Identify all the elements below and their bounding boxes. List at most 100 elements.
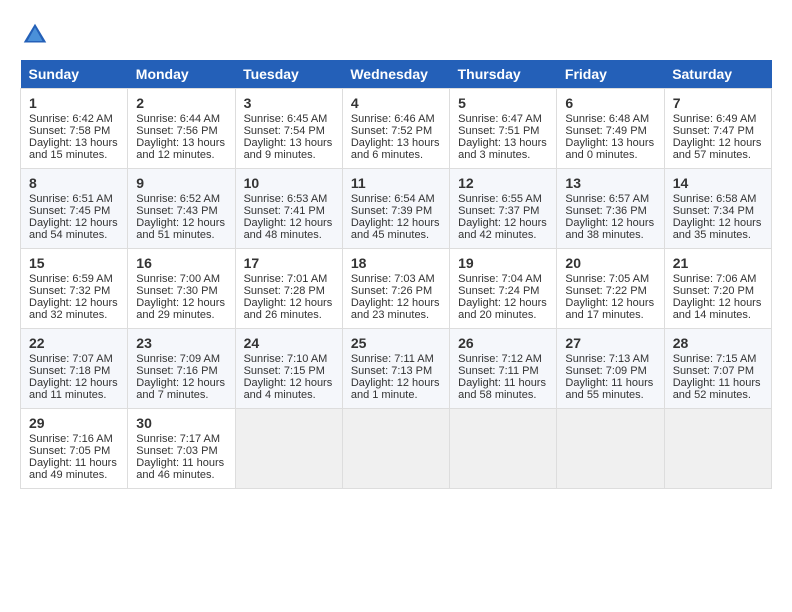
day-header-tuesday: Tuesday bbox=[235, 60, 342, 89]
day-info: and 42 minutes. bbox=[458, 229, 548, 241]
calendar-table: SundayMondayTuesdayWednesdayThursdayFrid… bbox=[20, 60, 772, 489]
day-info: Sunset: 7:28 PM bbox=[244, 285, 334, 297]
day-info: Daylight: 12 hours bbox=[136, 217, 226, 229]
logo bbox=[20, 20, 54, 50]
calendar-cell: 6Sunrise: 6:48 AMSunset: 7:49 PMDaylight… bbox=[557, 89, 664, 169]
day-info: Sunset: 7:39 PM bbox=[351, 205, 441, 217]
day-info: Sunrise: 7:00 AM bbox=[136, 273, 226, 285]
day-info: Daylight: 12 hours bbox=[29, 217, 119, 229]
day-info: and 48 minutes. bbox=[244, 229, 334, 241]
day-info: and 58 minutes. bbox=[458, 389, 548, 401]
day-info: and 52 minutes. bbox=[673, 389, 763, 401]
day-info: Sunrise: 7:10 AM bbox=[244, 353, 334, 365]
calendar-cell: 14Sunrise: 6:58 AMSunset: 7:34 PMDayligh… bbox=[664, 169, 771, 249]
day-info: Daylight: 12 hours bbox=[136, 377, 226, 389]
day-info: Sunset: 7:20 PM bbox=[673, 285, 763, 297]
calendar-cell: 13Sunrise: 6:57 AMSunset: 7:36 PMDayligh… bbox=[557, 169, 664, 249]
day-number: 12 bbox=[458, 175, 548, 191]
day-info: Sunrise: 7:04 AM bbox=[458, 273, 548, 285]
day-number: 27 bbox=[565, 335, 655, 351]
day-info: and 9 minutes. bbox=[244, 149, 334, 161]
day-number: 24 bbox=[244, 335, 334, 351]
day-info: Sunset: 7:47 PM bbox=[673, 125, 763, 137]
calendar-cell: 8Sunrise: 6:51 AMSunset: 7:45 PMDaylight… bbox=[21, 169, 128, 249]
calendar-cell: 19Sunrise: 7:04 AMSunset: 7:24 PMDayligh… bbox=[450, 249, 557, 329]
day-info: and 3 minutes. bbox=[458, 149, 548, 161]
day-info: Sunset: 7:43 PM bbox=[136, 205, 226, 217]
page-header bbox=[20, 20, 772, 50]
day-info: Sunset: 7:13 PM bbox=[351, 365, 441, 377]
calendar-cell bbox=[450, 409, 557, 489]
day-info: Sunrise: 6:46 AM bbox=[351, 113, 441, 125]
day-info: Daylight: 13 hours bbox=[29, 137, 119, 149]
day-number: 10 bbox=[244, 175, 334, 191]
calendar-cell: 22Sunrise: 7:07 AMSunset: 7:18 PMDayligh… bbox=[21, 329, 128, 409]
day-info: Daylight: 12 hours bbox=[673, 137, 763, 149]
calendar-cell: 25Sunrise: 7:11 AMSunset: 7:13 PMDayligh… bbox=[342, 329, 449, 409]
day-info: Sunset: 7:56 PM bbox=[136, 125, 226, 137]
day-info: Sunrise: 7:17 AM bbox=[136, 433, 226, 445]
week-row-5: 29Sunrise: 7:16 AMSunset: 7:05 PMDayligh… bbox=[21, 409, 772, 489]
calendar-cell: 27Sunrise: 7:13 AMSunset: 7:09 PMDayligh… bbox=[557, 329, 664, 409]
day-info: and 7 minutes. bbox=[136, 389, 226, 401]
calendar-cell: 3Sunrise: 6:45 AMSunset: 7:54 PMDaylight… bbox=[235, 89, 342, 169]
day-info: Sunset: 7:54 PM bbox=[244, 125, 334, 137]
day-info: and 55 minutes. bbox=[565, 389, 655, 401]
day-info: Daylight: 13 hours bbox=[565, 137, 655, 149]
day-info: and 20 minutes. bbox=[458, 309, 548, 321]
calendar-cell bbox=[664, 409, 771, 489]
day-info: Sunrise: 6:59 AM bbox=[29, 273, 119, 285]
day-info: Daylight: 12 hours bbox=[565, 217, 655, 229]
day-number: 7 bbox=[673, 95, 763, 111]
day-info: and 49 minutes. bbox=[29, 469, 119, 481]
day-info: Sunset: 7:37 PM bbox=[458, 205, 548, 217]
day-info: Sunrise: 6:49 AM bbox=[673, 113, 763, 125]
day-info: Sunrise: 6:58 AM bbox=[673, 193, 763, 205]
day-info: Sunset: 7:22 PM bbox=[565, 285, 655, 297]
day-info: Sunrise: 6:57 AM bbox=[565, 193, 655, 205]
calendar-cell: 17Sunrise: 7:01 AMSunset: 7:28 PMDayligh… bbox=[235, 249, 342, 329]
day-info: Sunrise: 6:53 AM bbox=[244, 193, 334, 205]
day-info: Daylight: 12 hours bbox=[244, 217, 334, 229]
calendar-cell: 21Sunrise: 7:06 AMSunset: 7:20 PMDayligh… bbox=[664, 249, 771, 329]
day-info: Sunrise: 6:45 AM bbox=[244, 113, 334, 125]
day-info: Sunset: 7:15 PM bbox=[244, 365, 334, 377]
day-info: Sunrise: 6:48 AM bbox=[565, 113, 655, 125]
day-info: Sunset: 7:36 PM bbox=[565, 205, 655, 217]
calendar-cell: 1Sunrise: 6:42 AMSunset: 7:58 PMDaylight… bbox=[21, 89, 128, 169]
day-info: Sunset: 7:45 PM bbox=[29, 205, 119, 217]
day-number: 18 bbox=[351, 255, 441, 271]
day-info: Daylight: 13 hours bbox=[351, 137, 441, 149]
day-info: Daylight: 12 hours bbox=[29, 377, 119, 389]
day-info: and 46 minutes. bbox=[136, 469, 226, 481]
day-number: 1 bbox=[29, 95, 119, 111]
day-number: 28 bbox=[673, 335, 763, 351]
day-info: Daylight: 12 hours bbox=[29, 297, 119, 309]
day-info: and 15 minutes. bbox=[29, 149, 119, 161]
day-info: Sunrise: 7:15 AM bbox=[673, 353, 763, 365]
day-number: 22 bbox=[29, 335, 119, 351]
day-info: and 1 minute. bbox=[351, 389, 441, 401]
day-info: Sunset: 7:34 PM bbox=[673, 205, 763, 217]
day-info: and 4 minutes. bbox=[244, 389, 334, 401]
day-info: Daylight: 11 hours bbox=[136, 457, 226, 469]
day-info: Sunrise: 7:01 AM bbox=[244, 273, 334, 285]
day-number: 26 bbox=[458, 335, 548, 351]
day-info: Daylight: 12 hours bbox=[673, 217, 763, 229]
calendar-cell: 18Sunrise: 7:03 AMSunset: 7:26 PMDayligh… bbox=[342, 249, 449, 329]
calendar-cell: 26Sunrise: 7:12 AMSunset: 7:11 PMDayligh… bbox=[450, 329, 557, 409]
day-info: Sunset: 7:18 PM bbox=[29, 365, 119, 377]
calendar-cell: 30Sunrise: 7:17 AMSunset: 7:03 PMDayligh… bbox=[128, 409, 235, 489]
day-info: and 54 minutes. bbox=[29, 229, 119, 241]
day-number: 15 bbox=[29, 255, 119, 271]
day-info: Sunrise: 7:05 AM bbox=[565, 273, 655, 285]
day-number: 2 bbox=[136, 95, 226, 111]
calendar-cell: 23Sunrise: 7:09 AMSunset: 7:16 PMDayligh… bbox=[128, 329, 235, 409]
calendar-cell: 11Sunrise: 6:54 AMSunset: 7:39 PMDayligh… bbox=[342, 169, 449, 249]
header-row: SundayMondayTuesdayWednesdayThursdayFrid… bbox=[21, 60, 772, 89]
day-info: and 32 minutes. bbox=[29, 309, 119, 321]
day-info: Sunset: 7:16 PM bbox=[136, 365, 226, 377]
day-info: Sunrise: 6:44 AM bbox=[136, 113, 226, 125]
day-header-saturday: Saturday bbox=[664, 60, 771, 89]
calendar-cell bbox=[342, 409, 449, 489]
